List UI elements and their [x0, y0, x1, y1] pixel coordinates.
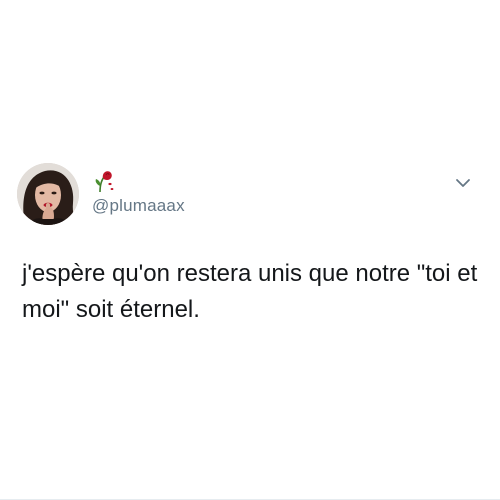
tweet-text: j'espère qu'on restera unis que notre "t… — [22, 260, 484, 323]
tweet-card: @plumaaax j'espère qu'on restera unis qu… — [0, 0, 500, 500]
avatar-image — [17, 163, 79, 225]
wilted-rose-icon — [91, 168, 117, 194]
chevron-down-icon[interactable] — [454, 176, 472, 190]
user-handle[interactable]: @plumaaax — [92, 196, 185, 216]
avatar[interactable] — [17, 163, 79, 225]
